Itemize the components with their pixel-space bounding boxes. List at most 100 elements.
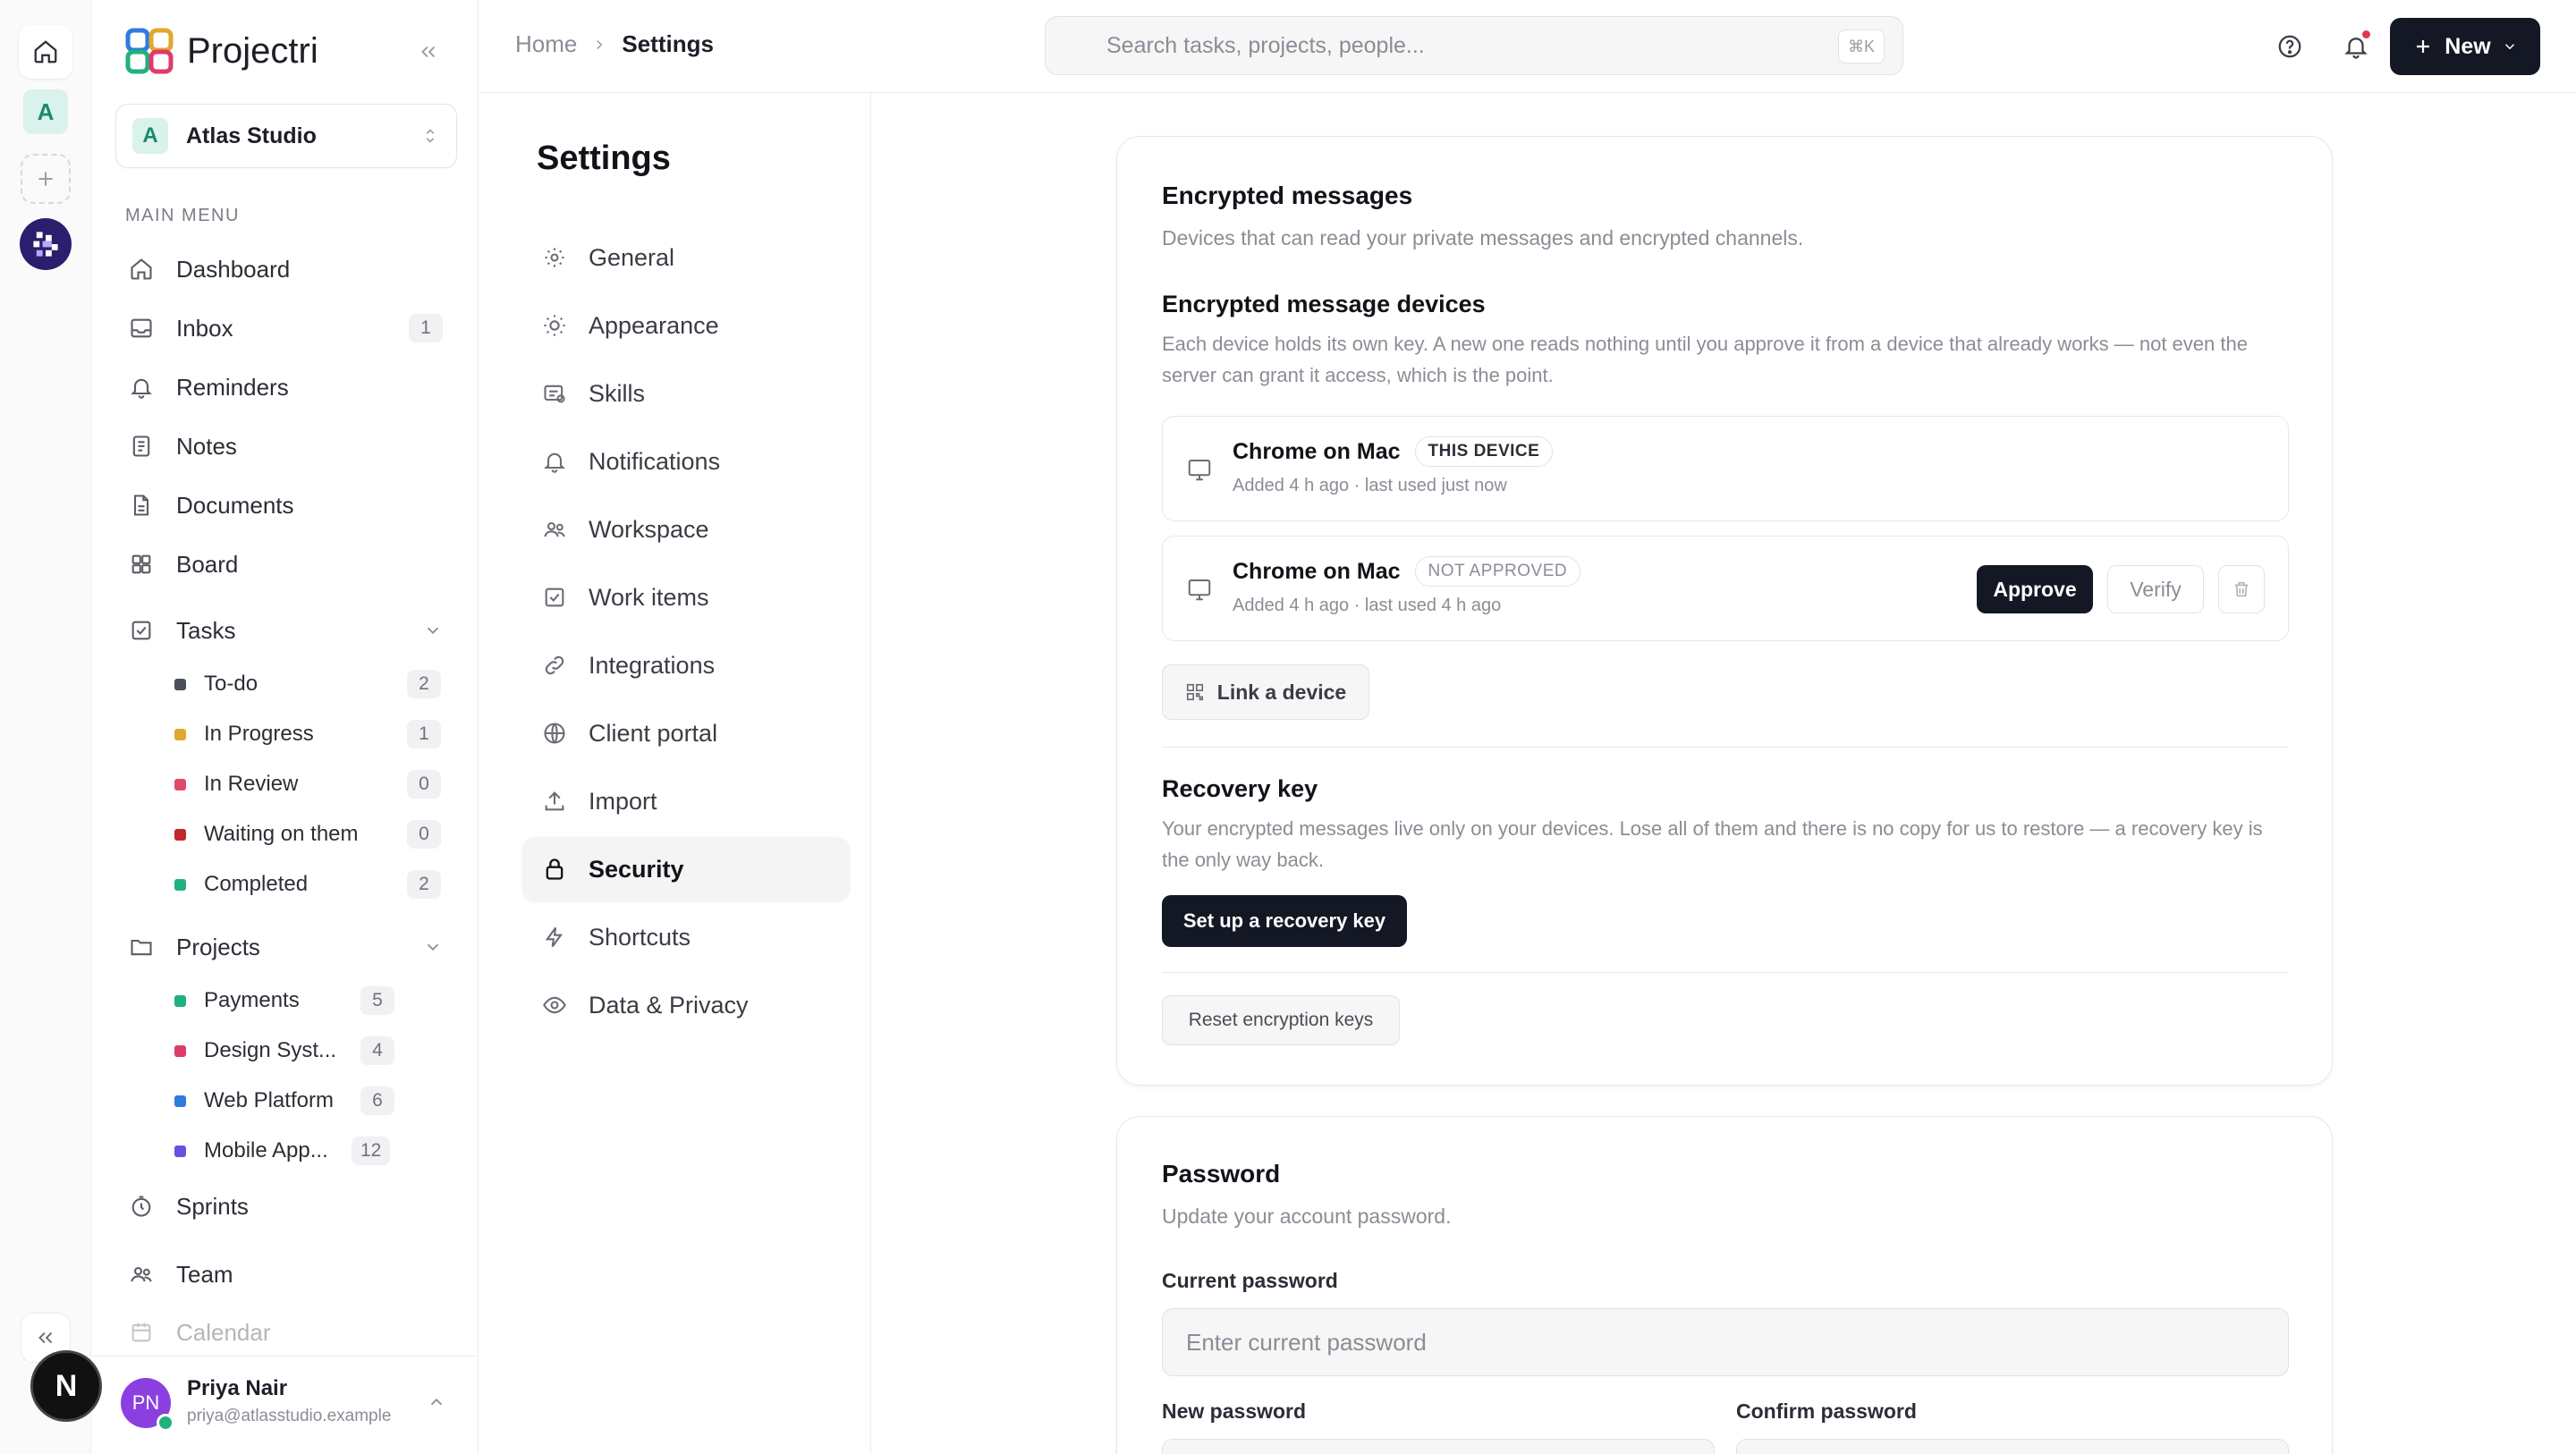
top-header: Home Settings Search tasks, projects, pe… bbox=[479, 0, 2576, 93]
approve-button[interactable]: Approve bbox=[1977, 565, 2093, 613]
sidebar-item-board[interactable]: Board bbox=[128, 539, 238, 589]
password-description: Update your account password. bbox=[1162, 1205, 1452, 1228]
chevron-up-icon bbox=[430, 1398, 443, 1406]
project-count-badge: 6 bbox=[360, 1086, 394, 1115]
settings-nav-client-portal[interactable]: Client portal bbox=[522, 701, 850, 765]
projectri-logo-icon bbox=[125, 28, 174, 74]
confirm-password-field[interactable] bbox=[1736, 1439, 2289, 1454]
project-label: Design Syst... bbox=[204, 1038, 337, 1062]
bolt-icon bbox=[545, 926, 564, 948]
settings-nav-integrations[interactable]: Integrations bbox=[522, 633, 850, 697]
breadcrumb: Home Settings bbox=[515, 30, 714, 58]
new-button[interactable]: New bbox=[2390, 18, 2540, 75]
breadcrumb-home[interactable]: Home bbox=[515, 30, 577, 58]
sidebar-item-projects[interactable]: Projects bbox=[128, 922, 260, 972]
delete-device-button[interactable] bbox=[2218, 565, 2265, 613]
confirm-password-label: Confirm password bbox=[1736, 1399, 1917, 1423]
this-device-badge: THIS DEVICE bbox=[1414, 436, 1554, 467]
link-device-button[interactable]: Link a device bbox=[1162, 664, 1369, 720]
workspace-switcher[interactable]: A Atlas Studio bbox=[115, 104, 457, 168]
task-status-label: In Review bbox=[204, 772, 299, 796]
people-icon bbox=[544, 521, 565, 537]
chevron-down-icon[interactable] bbox=[423, 621, 443, 640]
current-password-label: Current password bbox=[1162, 1269, 1338, 1292]
upload-icon bbox=[545, 791, 564, 811]
settings-title: Settings bbox=[537, 139, 671, 177]
task-status-waiting[interactable]: Waiting on them bbox=[174, 812, 359, 857]
task-status-in-review[interactable]: In Review bbox=[174, 762, 298, 807]
settings-nav: Settings General Appearance Skills Notif… bbox=[479, 93, 871, 1454]
search-input[interactable]: Search tasks, projects, people... ⌘K bbox=[1045, 16, 1903, 75]
chevron-down-icon[interactable] bbox=[423, 937, 443, 957]
rail-app-logo[interactable] bbox=[20, 218, 72, 270]
status-dot bbox=[174, 828, 186, 841]
sidebar-item-label: Reminders bbox=[176, 373, 289, 401]
document-icon bbox=[133, 495, 149, 516]
sidebar-collapse-button[interactable] bbox=[412, 36, 445, 68]
project-item[interactable]: Payments bbox=[174, 978, 300, 1023]
settings-nav-skills[interactable]: Skills bbox=[522, 361, 850, 426]
rail-home-button[interactable] bbox=[19, 25, 72, 79]
task-count-badge: 2 bbox=[407, 670, 441, 698]
settings-nav-appearance[interactable]: Appearance bbox=[522, 293, 850, 358]
new-password-label: New password bbox=[1162, 1399, 1307, 1423]
sidebar-item-documents[interactable]: Documents bbox=[128, 480, 294, 530]
help-button[interactable] bbox=[2268, 25, 2311, 68]
sidebar-item-label: Calendar bbox=[176, 1318, 271, 1346]
not-approved-badge: NOT APPROVED bbox=[1414, 556, 1581, 587]
inbox-icon bbox=[131, 318, 152, 338]
task-status-in-progress[interactable]: In Progress bbox=[174, 712, 314, 757]
rail-add-workspace-button[interactable] bbox=[21, 154, 71, 204]
chevrons-left-icon bbox=[38, 1331, 53, 1344]
app-logo: Projectri bbox=[124, 27, 318, 75]
verify-button[interactable]: Verify bbox=[2107, 565, 2204, 613]
status-dot bbox=[174, 728, 186, 740]
section-divider bbox=[1162, 747, 2289, 748]
checkbox-icon bbox=[545, 588, 564, 607]
settings-nav-data-privacy[interactable]: Data & Privacy bbox=[522, 973, 850, 1037]
notifications-button[interactable] bbox=[2334, 25, 2377, 68]
home-icon bbox=[131, 258, 152, 280]
settings-nav-shortcuts[interactable]: Shortcuts bbox=[522, 905, 850, 969]
project-count-badge: 12 bbox=[352, 1137, 391, 1165]
link-device-label: Link a device bbox=[1216, 680, 1347, 704]
sidebar-item-notes[interactable]: Notes bbox=[128, 421, 237, 471]
settings-nav-workspace[interactable]: Workspace bbox=[522, 497, 850, 562]
project-item[interactable]: Mobile App... bbox=[174, 1129, 328, 1173]
task-status-label: In Progress bbox=[204, 722, 314, 746]
reset-encryption-keys-button[interactable]: Reset encryption keys bbox=[1162, 995, 1400, 1045]
sidebar-item-calendar[interactable]: Calendar bbox=[128, 1307, 271, 1357]
setup-recovery-key-button[interactable]: Set up a recovery key bbox=[1162, 895, 1407, 947]
sidebar-item-tasks[interactable]: Tasks bbox=[128, 605, 235, 655]
user-email: priya@atlasstudio.example bbox=[187, 1407, 392, 1425]
task-status-todo[interactable]: To-do bbox=[174, 662, 258, 706]
settings-nav-security[interactable]: Security bbox=[522, 837, 850, 901]
sun-icon bbox=[544, 315, 565, 336]
user-menu[interactable]: PN Priya Nair priya@atlasstudio.example bbox=[92, 1356, 478, 1454]
rail-user-avatar[interactable]: N bbox=[30, 1350, 102, 1422]
settings-nav-general[interactable]: General bbox=[522, 225, 850, 290]
rail-workspace-avatar[interactable]: A bbox=[23, 89, 68, 134]
settings-nav-notifications[interactable]: Notifications bbox=[522, 429, 850, 494]
new-password-field[interactable] bbox=[1162, 1439, 1715, 1454]
sidebar-item-reminders[interactable]: Reminders bbox=[128, 362, 289, 412]
user-name: Priya Nair bbox=[187, 1376, 288, 1400]
task-status-completed[interactable]: Completed bbox=[174, 862, 308, 907]
project-item[interactable]: Web Platform bbox=[174, 1078, 334, 1123]
project-item[interactable]: Design Syst... bbox=[174, 1028, 336, 1073]
bell-icon bbox=[544, 452, 565, 473]
current-password-field[interactable]: Enter current password bbox=[1162, 1308, 2289, 1376]
sidebar-item-sprints[interactable]: Sprints bbox=[128, 1181, 249, 1231]
sidebar-item-label: Team bbox=[176, 1260, 233, 1288]
sidebar-item-label: Notes bbox=[176, 432, 237, 460]
checkbox-icon bbox=[131, 621, 151, 640]
device-meta: Added 4 h ago · last used 4 h ago bbox=[1233, 596, 1502, 615]
section-divider bbox=[1162, 972, 2289, 973]
sidebar-item-inbox[interactable]: Inbox bbox=[128, 303, 233, 353]
settings-nav-label: Import bbox=[589, 787, 657, 815]
sidebar-item-team[interactable]: Team bbox=[128, 1249, 233, 1299]
settings-nav-import[interactable]: Import bbox=[522, 769, 850, 833]
sidebar-item-dashboard[interactable]: Dashboard bbox=[128, 244, 290, 294]
link-icon bbox=[545, 655, 564, 675]
settings-nav-work-items[interactable]: Work items bbox=[522, 565, 850, 630]
